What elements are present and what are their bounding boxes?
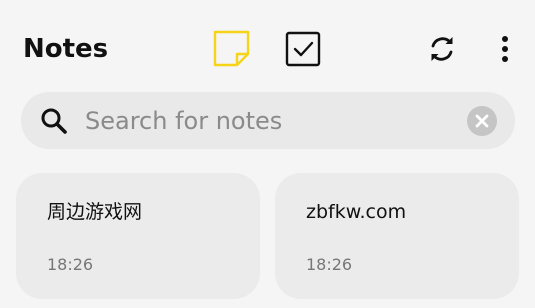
search-input[interactable] [85, 102, 455, 140]
sync-icon [431, 37, 453, 61]
more-options-button[interactable] [494, 32, 516, 66]
more-vertical-icon [502, 36, 508, 62]
note-title: 周边游戏网 [47, 201, 143, 223]
clear-search-button[interactable] [466, 105, 498, 137]
tab-tasks[interactable] [283, 29, 323, 69]
search-icon [41, 108, 67, 134]
note-time: 18:26 [47, 255, 94, 274]
note-card[interactable]: 周边游戏网 18:26 [16, 173, 260, 299]
sticky-note-icon [213, 30, 250, 67]
tab-notes[interactable] [212, 29, 252, 69]
sync-button[interactable] [425, 32, 459, 66]
search-bar[interactable] [21, 92, 515, 149]
app-title: Notes [23, 34, 109, 64]
note-card[interactable]: zbfkw.com 18:26 [275, 173, 519, 299]
note-title: zbfkw.com [306, 201, 407, 223]
clear-icon [467, 106, 497, 136]
checkbox-icon [285, 31, 321, 67]
note-time: 18:26 [306, 255, 353, 274]
